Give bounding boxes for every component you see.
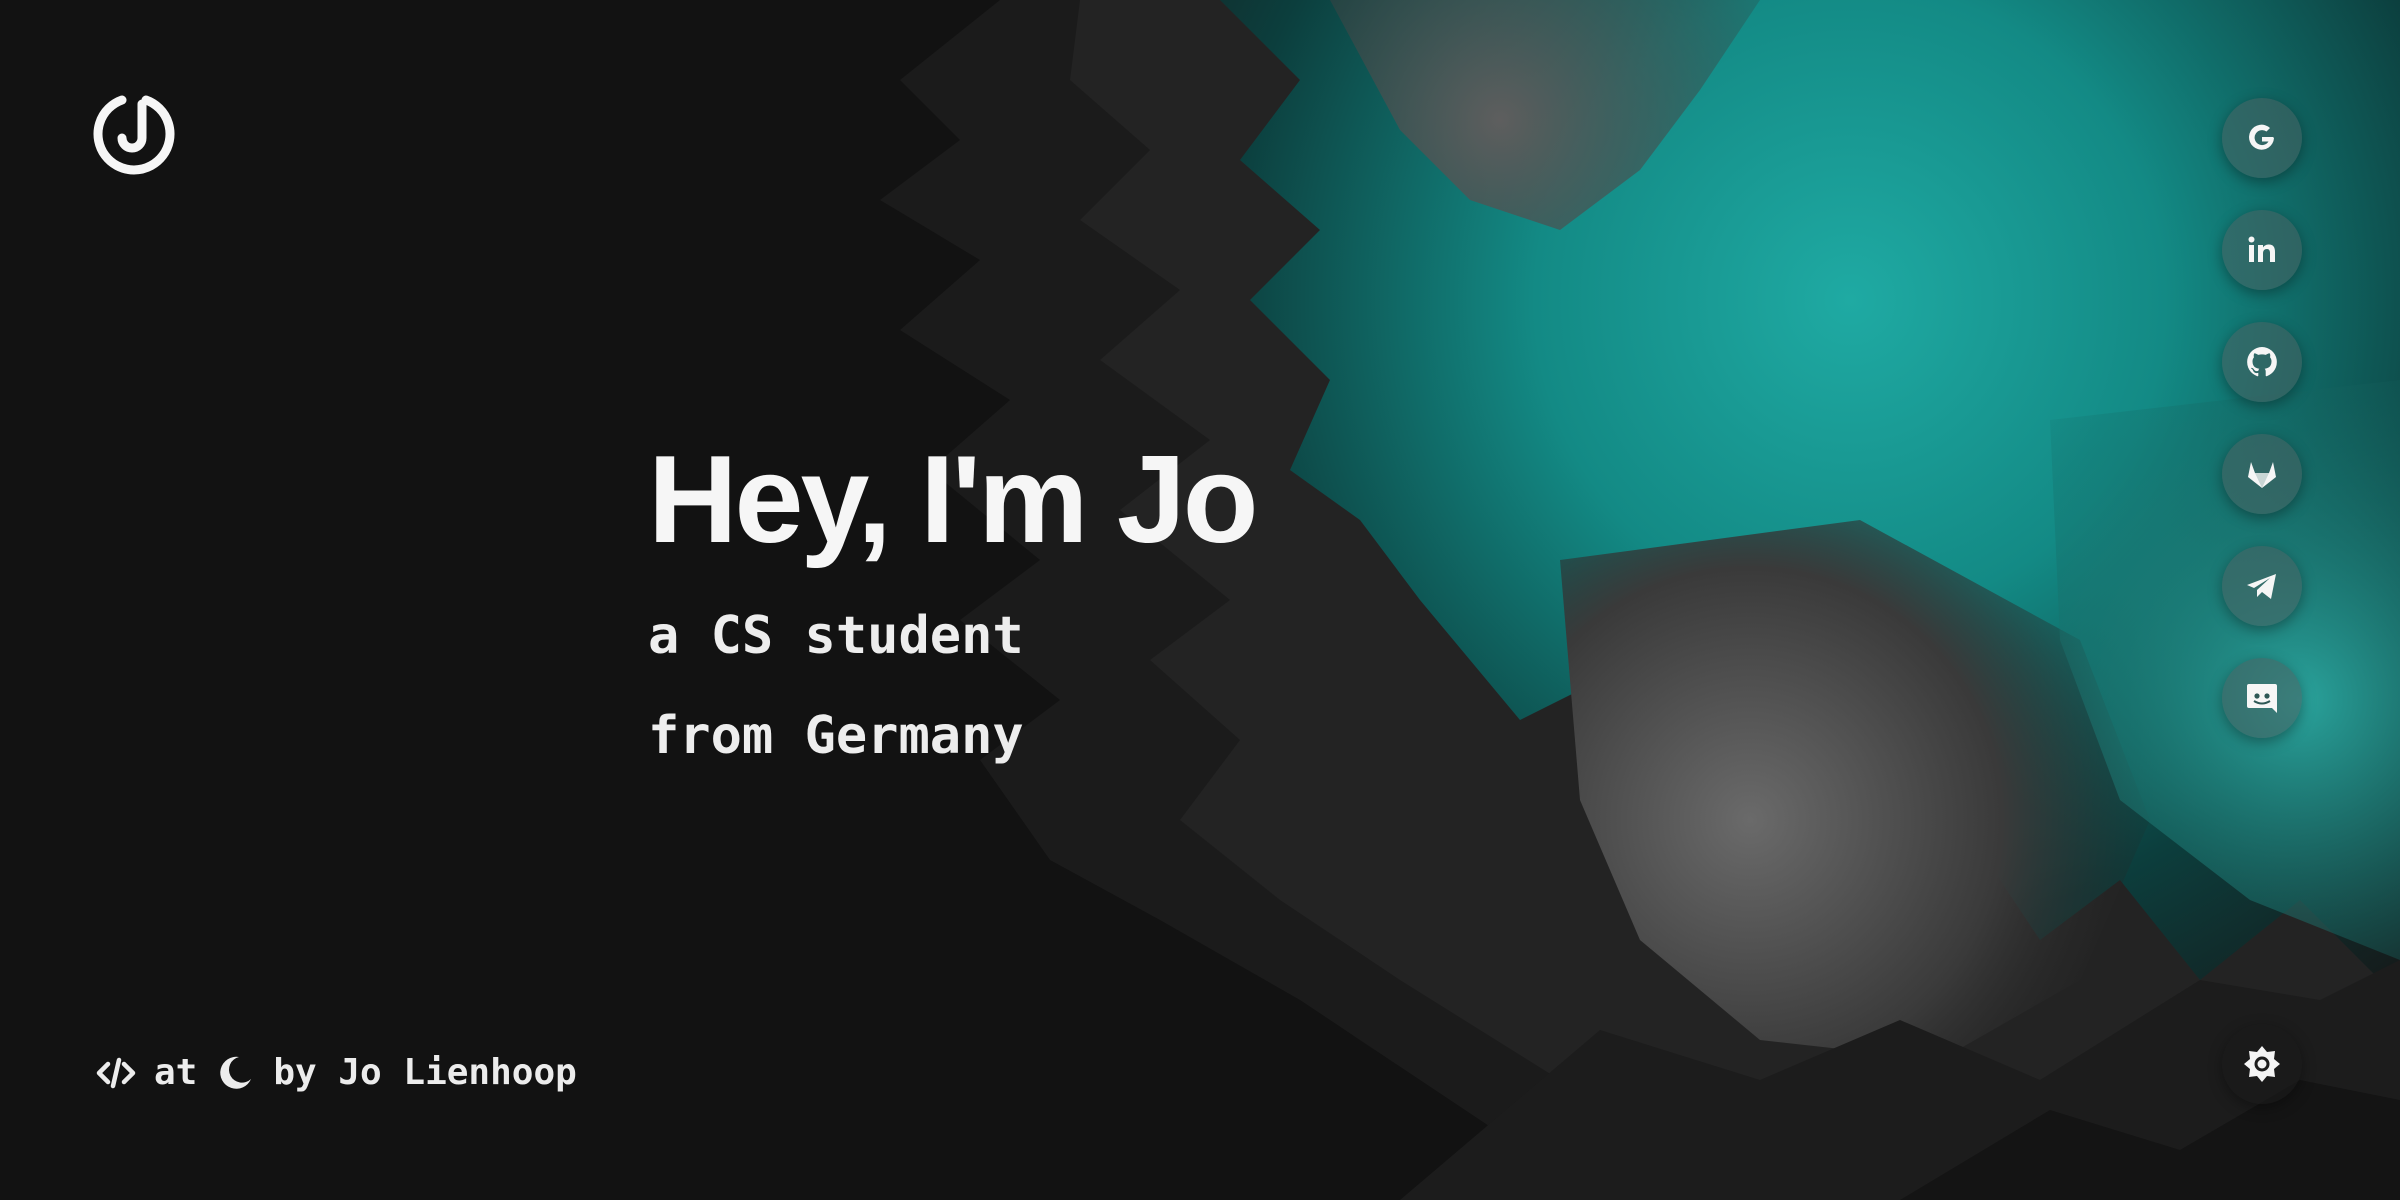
code-icon	[96, 1057, 136, 1088]
footer-author: by Jo Lienhoop	[273, 1052, 577, 1093]
telegram-icon	[2247, 574, 2276, 599]
hero-subtitle: a CS student from Germany	[648, 586, 1256, 786]
github-icon	[2247, 347, 2277, 377]
footer-credit: at by Jo Lienhoop	[96, 1052, 595, 1093]
moon-icon	[220, 1056, 252, 1089]
gitlab-link[interactable]	[2222, 434, 2302, 514]
hero-line-role: a CS student	[648, 606, 1024, 666]
theme-toggle-button[interactable]	[2222, 1024, 2302, 1104]
discord-icon	[2247, 684, 2277, 713]
telegram-link[interactable]	[2222, 546, 2302, 626]
hero-line-origin: from Germany	[648, 706, 1024, 766]
social-links	[2222, 98, 2302, 770]
hero-title: Hey, I'm Jo	[648, 431, 1259, 569]
linkedin-link[interactable]	[2222, 210, 2302, 290]
footer-at: at	[154, 1052, 198, 1093]
google-link[interactable]	[2222, 98, 2302, 178]
github-link[interactable]	[2222, 322, 2302, 402]
linkedin-icon	[2248, 236, 2275, 262]
sun-icon	[2244, 1046, 2280, 1082]
discord-link[interactable]	[2222, 658, 2302, 738]
google-icon	[2249, 124, 2274, 150]
page: Hey, I'm Jo a CS student from Germany at…	[0, 0, 2400, 1200]
gitlab-icon	[2248, 462, 2276, 488]
hero: Hey, I'm Jo a CS student from Germany	[648, 420, 1259, 786]
jo-logo-icon[interactable]	[92, 92, 176, 176]
